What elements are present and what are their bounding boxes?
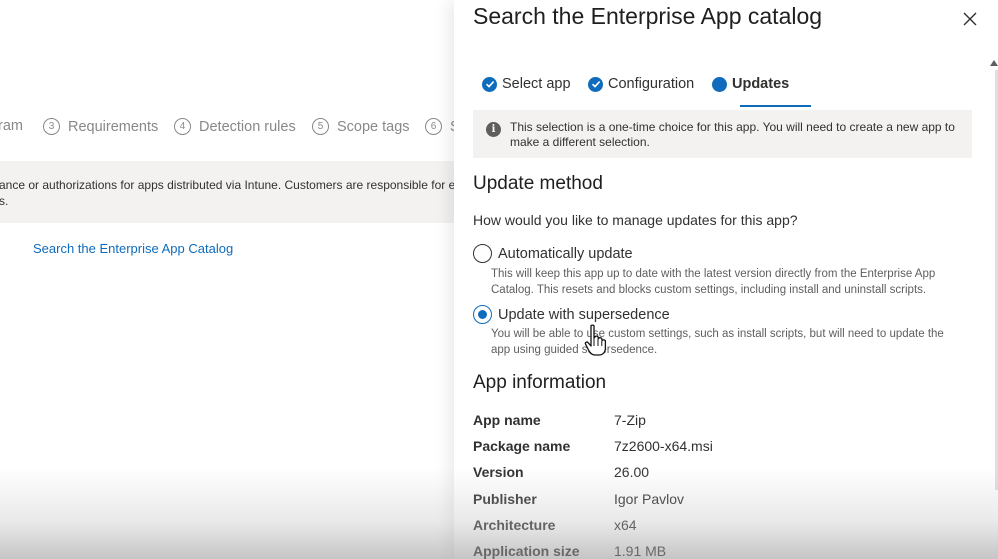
- tab-label: Select app: [502, 76, 571, 92]
- info-value: x64: [614, 517, 637, 533]
- current-step-icon: [712, 76, 727, 92]
- active-tab-indicator: [740, 105, 811, 107]
- scroll-up-arrow[interactable]: [990, 60, 998, 66]
- app-information-heading: App information: [473, 372, 607, 393]
- info-row-version: Version 26.00: [473, 464, 649, 480]
- info-key: App name: [473, 412, 541, 428]
- close-button[interactable]: [960, 9, 980, 29]
- step-number: 6: [425, 118, 442, 135]
- wizard-step-label: Detection rules: [199, 118, 296, 135]
- info-key: Publisher: [473, 491, 537, 507]
- wizard-steps: ram 3 Requirements 4 Detection rules 5 S…: [0, 118, 454, 140]
- radio-button[interactable]: [473, 244, 492, 263]
- search-catalog-link[interactable]: Search the Enterprise App Catalog: [33, 241, 233, 256]
- info-value: 7-Zip: [614, 412, 646, 428]
- notice-text-line1: ance or authorizations for apps distribu…: [0, 178, 454, 192]
- wizard-step-label: Scope tags: [337, 118, 410, 135]
- info-row-publisher: Publisher Igor Pavlov: [473, 491, 684, 507]
- background-page: ram 3 Requirements 4 Detection rules 5 S…: [0, 0, 454, 559]
- radio-button[interactable]: [473, 305, 492, 324]
- radio-automatically-update[interactable]: Automatically update: [473, 244, 633, 263]
- info-row-package-name: Package name 7z2600-x64.msi: [473, 438, 713, 454]
- wizard-step-6[interactable]: 6 S: [425, 118, 454, 135]
- info-value: 26.00: [614, 464, 650, 480]
- info-key: Package name: [473, 438, 571, 454]
- radio-label: Update with supersedence: [498, 306, 670, 323]
- step-number: 3: [43, 118, 60, 135]
- info-row-application-size: Application size 1.91 MB: [473, 543, 666, 559]
- radio-update-with-supersedence[interactable]: Update with supersedence: [473, 305, 670, 324]
- radio-label: Automatically update: [498, 245, 633, 262]
- hand-pointer-icon: [584, 324, 607, 356]
- info-message-bar: i This selection is a one-time choice fo…: [473, 110, 972, 158]
- notice-banner: ance or authorizations for apps distribu…: [0, 161, 454, 223]
- radio-description: This will keep this app up to date with …: [491, 268, 936, 296]
- step-number: 4: [174, 118, 191, 135]
- wizard-step-scope-tags[interactable]: 5 Scope tags: [312, 118, 410, 135]
- wizard-step-program[interactable]: ram: [0, 118, 23, 134]
- wizard-step-label: ram: [0, 118, 23, 134]
- tab-label: Updates: [732, 76, 790, 92]
- info-key: Version: [473, 464, 524, 480]
- checkmark-icon: [588, 76, 603, 92]
- step-number: 5: [312, 118, 329, 135]
- wizard-step-detection-rules[interactable]: 4 Detection rules: [174, 118, 296, 135]
- info-key: Application size: [473, 543, 580, 559]
- update-method-question: How would you like to manage updates for…: [473, 212, 798, 228]
- info-value: 7z2600-x64.msi: [614, 438, 713, 454]
- checkmark-icon: [482, 76, 497, 92]
- radio-description: You will be able to use custom settings,…: [491, 328, 944, 356]
- info-icon: i: [486, 122, 501, 137]
- info-message-text: This selection is a one-time choice for …: [510, 120, 955, 149]
- tab-select-app[interactable]: Select app: [482, 76, 571, 92]
- wizard-step-requirements[interactable]: 3 Requirements: [43, 118, 158, 135]
- info-value: 1.91 MB: [614, 543, 667, 559]
- wizard-step-label: Requirements: [68, 118, 159, 135]
- notice-text-line2: s.: [0, 194, 9, 208]
- info-value: Igor Pavlov: [614, 491, 685, 507]
- tab-configuration[interactable]: Configuration: [588, 76, 694, 92]
- info-key: Architecture: [473, 517, 556, 533]
- close-icon: [963, 12, 977, 26]
- update-method-heading: Update method: [473, 173, 603, 194]
- catalog-flyout-panel: Search the Enterprise App catalog Select…: [454, 0, 998, 559]
- panel-title: Search the Enterprise App catalog: [473, 3, 823, 29]
- info-row-app-name: App name 7-Zip: [473, 412, 646, 428]
- tab-updates[interactable]: Updates: [712, 76, 789, 92]
- tab-label: Configuration: [608, 76, 695, 92]
- info-row-architecture: Architecture x64: [473, 517, 637, 533]
